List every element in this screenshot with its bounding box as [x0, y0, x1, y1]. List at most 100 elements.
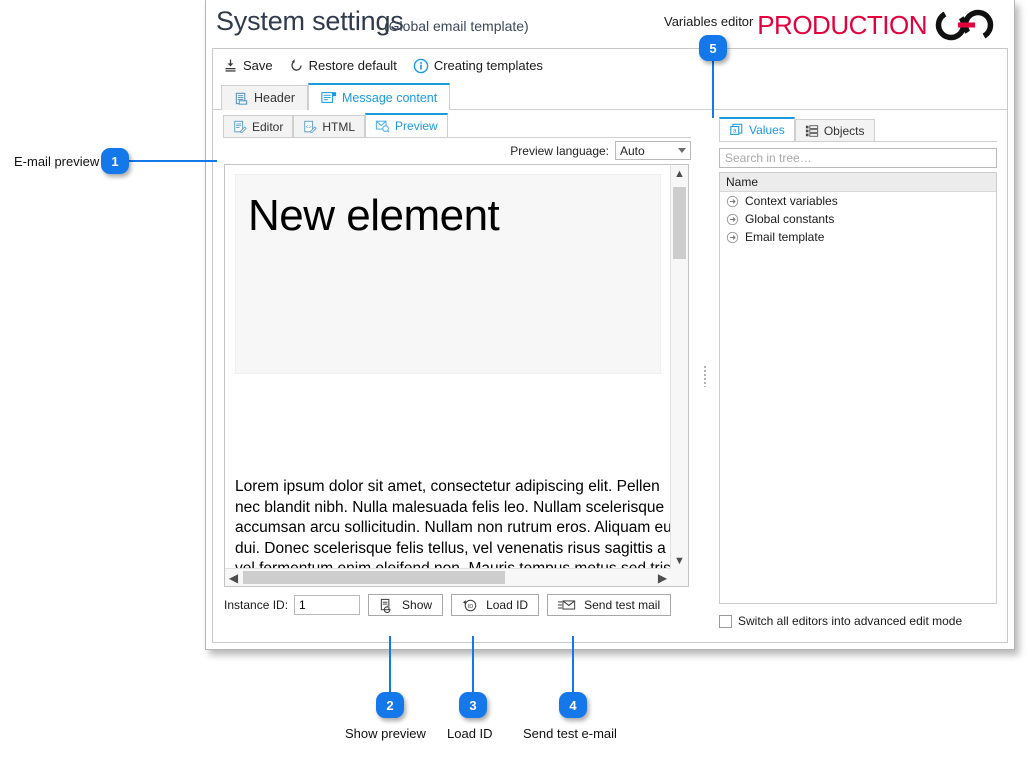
tree-item-label: Email template: [745, 230, 825, 244]
tab-objects[interactable]: Objects: [794, 119, 875, 141]
command-bar: Save Restore default Creating templates: [213, 49, 1007, 82]
load-id-icon: ID: [463, 599, 477, 611]
callout-leader-4: [572, 636, 574, 692]
show-preview-button[interactable]: Show: [368, 594, 444, 616]
scroll-up-icon[interactable]: ▲: [671, 165, 688, 182]
preview-vertical-scrollbar[interactable]: ▲ ▼: [670, 165, 688, 569]
callout-badge-4[interactable]: 4: [559, 692, 587, 718]
tab-objects-label: Objects: [823, 123, 865, 138]
send-test-mail-label: Send test mail: [584, 598, 661, 612]
scroll-left-icon[interactable]: ◀: [225, 569, 242, 586]
editor-tab-underline: [223, 137, 691, 138]
email-preview-hero: New element: [235, 174, 661, 374]
tab-header[interactable]: Header: [221, 85, 308, 110]
callout-leader-3: [472, 636, 474, 692]
tree-column-header-name: Name: [720, 173, 996, 192]
chevron-down-icon: [678, 148, 686, 153]
brand-logo: PRODUCTION: [757, 8, 996, 42]
scroll-down-icon[interactable]: ▼: [671, 552, 688, 569]
tree-item-global-constants[interactable]: Global constants: [720, 210, 996, 228]
search-in-tree-box[interactable]: [719, 148, 997, 168]
tab-html[interactable]: <> HTML: [293, 115, 366, 137]
callout-leader-2: [389, 636, 391, 692]
email-preview-document[interactable]: New element Lorem ipsum dolor sit amet, …: [225, 165, 671, 569]
restore-default-button[interactable]: Restore default: [289, 58, 397, 73]
preview-icon: [375, 120, 390, 133]
editor-icon: [234, 120, 247, 133]
title-bar: System settings (Global email template) …: [206, 0, 1014, 50]
send-test-mail-button[interactable]: Send test mail: [547, 594, 672, 616]
preview-horizontal-scroll-thumb[interactable]: [243, 571, 505, 584]
brand-mark-icon: [935, 9, 994, 41]
tab-editor-label: Editor: [252, 119, 284, 134]
tab-header-label: Header: [254, 91, 295, 105]
callout-badge-5[interactable]: 5: [699, 35, 727, 61]
save-button[interactable]: Save: [223, 58, 273, 73]
email-preview-body: Lorem ipsum dolor sit amet, consectetur …: [235, 478, 671, 569]
tab-preview[interactable]: Preview: [365, 113, 448, 137]
svg-text:ID: ID: [468, 603, 474, 609]
values-icon: a: [730, 123, 743, 135]
expand-arrow-icon[interactable]: [726, 213, 739, 226]
load-id-label: Load ID: [486, 598, 529, 612]
page-subtitle: (Global email template): [384, 18, 529, 34]
preview-language-label: Preview language:: [510, 143, 609, 158]
creating-templates-button[interactable]: Creating templates: [413, 58, 543, 74]
search-input[interactable]: [720, 149, 996, 167]
save-label: Save: [243, 58, 273, 73]
page-title: System settings: [216, 6, 404, 36]
callout-badge-3[interactable]: 3: [459, 692, 487, 718]
splitter-grip-icon[interactable]: [703, 365, 707, 387]
message-content-pane: Editor <> HTML Preview Preview language:…: [213, 110, 699, 642]
expand-arrow-icon[interactable]: [726, 231, 739, 244]
tab-html-label: HTML: [322, 119, 356, 134]
tab-values[interactable]: a Values: [719, 117, 795, 141]
instance-id-label: Instance ID:: [224, 598, 289, 612]
creating-templates-label: Creating templates: [433, 58, 543, 73]
content-split: Editor <> HTML Preview Preview language:…: [213, 110, 1007, 642]
show-document-icon: [380, 598, 391, 613]
scrollbar-corner: [671, 569, 688, 586]
load-id-button[interactable]: ID Load ID: [451, 594, 540, 616]
variables-editor-annotation-label: Variables editor: [664, 14, 754, 29]
expand-arrow-icon[interactable]: [726, 195, 739, 208]
preview-language-row: Preview language: Auto: [510, 141, 691, 160]
email-preview-heading: New element: [248, 191, 500, 240]
send-mail-icon: [558, 600, 576, 610]
tree-item-label: Context variables: [745, 194, 838, 208]
objects-icon: [805, 124, 818, 137]
pane-splitter[interactable]: [699, 110, 711, 642]
header-icon: [235, 92, 248, 105]
advanced-edit-mode-checkbox[interactable]: [719, 614, 732, 628]
scroll-right-icon[interactable]: ▶: [654, 569, 671, 586]
callout-badge-2[interactable]: 2: [376, 692, 404, 718]
callout-label-1: E-mail preview: [14, 154, 100, 169]
save-icon: [225, 59, 236, 72]
preview-vertical-scroll-thumb[interactable]: [673, 187, 686, 259]
show-preview-label: Show: [402, 598, 433, 612]
preview-language-select[interactable]: Auto: [615, 141, 691, 160]
callout-leader-1: [127, 160, 217, 162]
preview-horizontal-scrollbar[interactable]: ◀ ▶: [225, 568, 671, 586]
tree-item-email-template[interactable]: Email template: [720, 228, 996, 246]
advanced-edit-mode-label: Switch all editors into advanced edit mo…: [738, 614, 963, 628]
restore-default-label: Restore default: [308, 58, 397, 73]
application-window: System settings (Global email template) …: [205, 0, 1015, 650]
callout-label-2: Show preview: [345, 726, 426, 741]
email-preview-frame: New element Lorem ipsum dolor sit amet, …: [224, 164, 689, 587]
tab-editor[interactable]: Editor: [223, 115, 294, 137]
preview-actions-toolbar: Instance ID: Show: [224, 594, 689, 616]
brand-name: PRODUCTION: [757, 10, 927, 40]
svg-text:<>: <>: [306, 124, 312, 130]
variables-editor-pane: a Values Objects Search in tree… Name Co…: [711, 110, 1007, 642]
outer-tab-bar: Header Message content: [213, 82, 1007, 110]
tree-item-context-variables[interactable]: Context variables: [720, 192, 996, 210]
settings-panel: Save Restore default Creating templates: [212, 48, 1008, 643]
html-icon: <>: [304, 120, 318, 133]
advanced-edit-mode-row[interactable]: Switch all editors into advanced edit mo…: [719, 614, 962, 628]
editor-tab-bar: Editor <> HTML Preview: [213, 113, 699, 137]
instance-id-input[interactable]: [294, 595, 361, 615]
callout-badge-1[interactable]: 1: [101, 148, 129, 174]
tab-message-content[interactable]: Message content: [308, 83, 451, 110]
svg-text:a: a: [733, 128, 737, 135]
